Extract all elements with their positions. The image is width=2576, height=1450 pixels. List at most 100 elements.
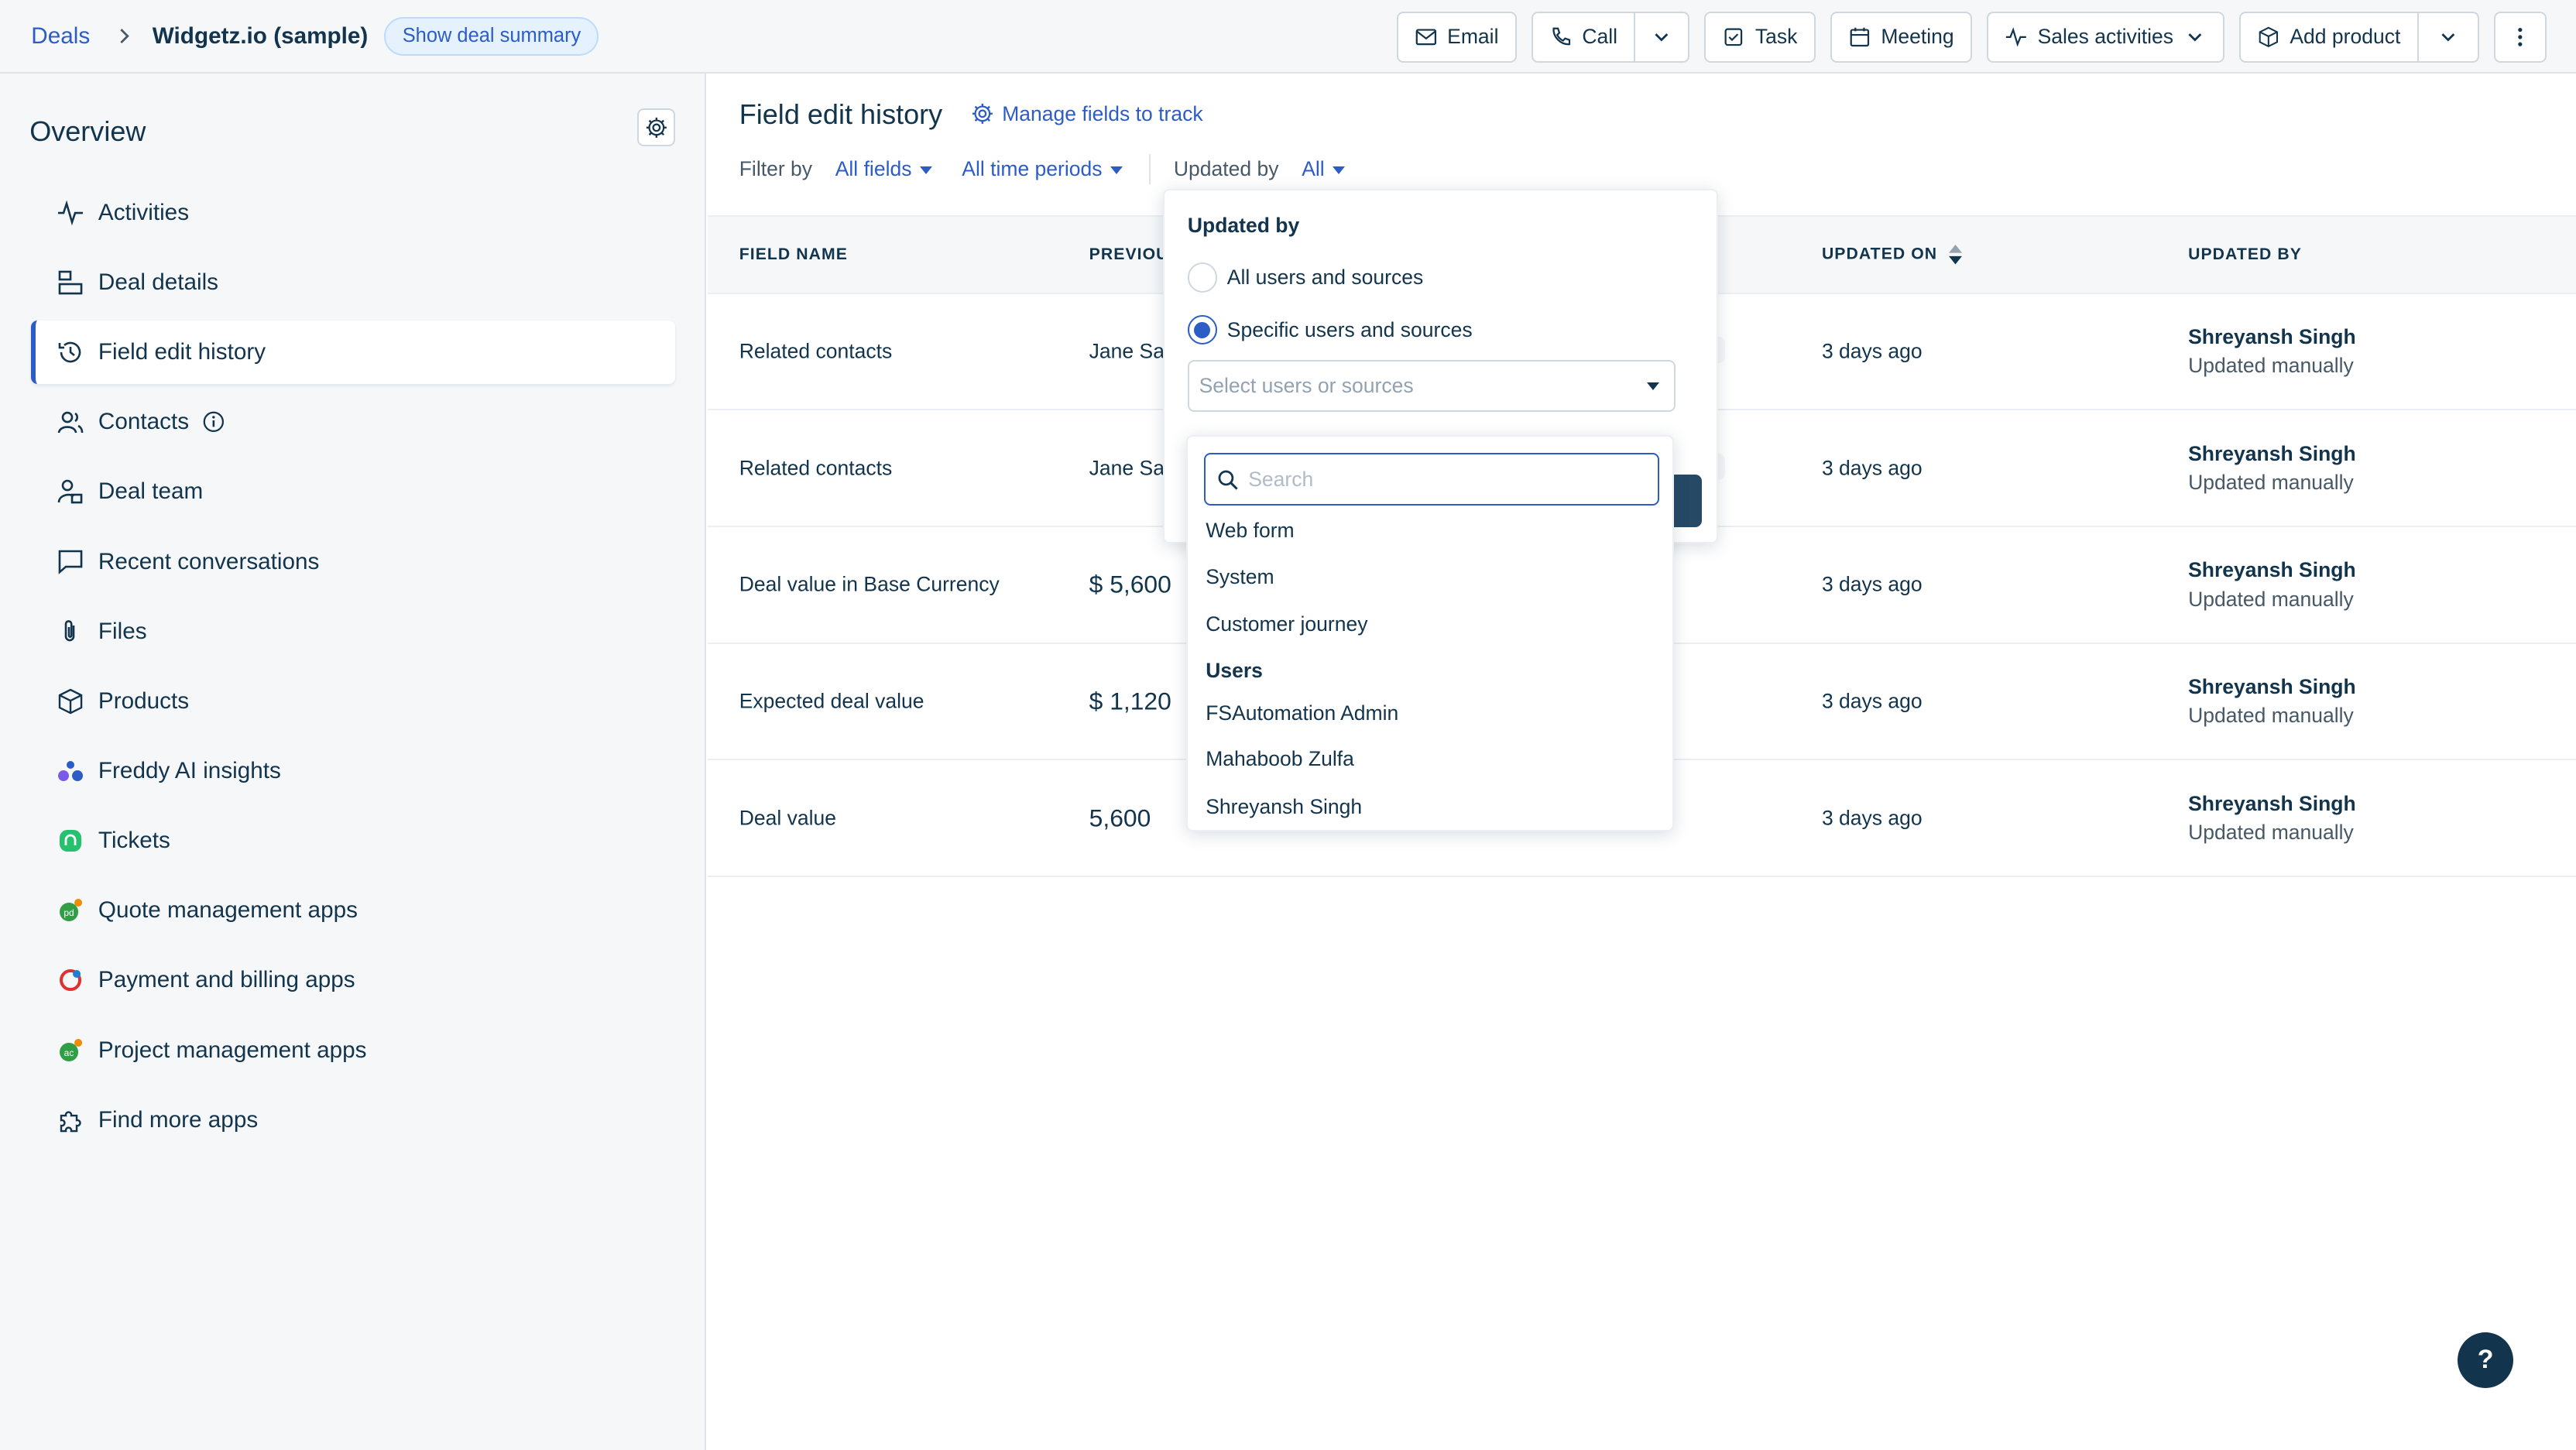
column-updated-by: UPDATED BY <box>2188 245 2302 263</box>
activity-icon <box>2006 27 2027 47</box>
chat-icon <box>56 547 85 576</box>
radio-all-users-label: All users and sources <box>1226 265 1424 289</box>
sidebar-title: Overview <box>29 115 146 147</box>
users-sources-dropdown: Web form System Customer journey Users F… <box>1185 435 1674 831</box>
time-period-filter-dropdown[interactable]: All time periods <box>962 157 1123 181</box>
sidebar-item-field-edit-history[interactable]: Field edit history <box>31 320 675 385</box>
sidebar-item-project-management-apps[interactable]: ac Project management apps <box>31 1018 675 1082</box>
sidebar-item-deal-team[interactable]: Deal team <box>31 460 675 524</box>
action-toolbar: Email Call Task Meeting Sales activities <box>1396 11 2576 63</box>
task-button[interactable]: Task <box>1704 11 1816 63</box>
sidebar-item-freddy-ai-insights[interactable]: Freddy AI insights <box>31 739 675 804</box>
sidebar-item-label: Contacts <box>98 409 190 435</box>
updated-on-cell: 3 days ago <box>1821 339 1923 363</box>
box-icon <box>56 687 85 716</box>
option-system[interactable]: System <box>1206 565 1274 589</box>
previous-value-cell: $ 1,120 <box>1089 687 1171 715</box>
box-icon <box>2259 26 2278 47</box>
sales-activities-button[interactable]: Sales activities <box>1986 11 2224 63</box>
manage-fields-label: Manage fields to track <box>1002 101 1203 125</box>
updated-on-cell: 3 days ago <box>1821 456 1923 480</box>
sidebar-item-recent-conversations[interactable]: Recent conversations <box>31 530 675 594</box>
radio-button[interactable] <box>1187 315 1218 345</box>
fields-filter-dropdown[interactable]: All fields <box>835 157 933 181</box>
column-updated-on[interactable]: UPDATED ON <box>1822 245 1962 265</box>
update-method: Updated manually <box>2188 587 2354 611</box>
search-input[interactable] <box>1248 467 1643 492</box>
sidebar-item-label: Recent conversations <box>98 548 320 574</box>
breadcrumb-deals-link[interactable]: Deals <box>31 23 90 50</box>
column-previous-value: PREVIOU <box>1089 245 1169 263</box>
more-options-button[interactable] <box>2493 11 2547 63</box>
previous-value-cell: 5,600 <box>1089 804 1151 832</box>
call-label: Call <box>1582 25 1618 49</box>
search-field[interactable] <box>1204 453 1659 506</box>
meeting-label: Meeting <box>1881 25 1954 49</box>
calendar-icon <box>1850 27 1870 46</box>
project-app-icon: ac <box>56 1036 85 1065</box>
sidebar-nav: Activities Deal details Field edit histo… <box>31 180 675 1157</box>
radio-specific-users[interactable]: Specific users and sources <box>1187 315 1473 345</box>
option-user-fsautomation-admin[interactable]: FSAutomation Admin <box>1206 701 1398 725</box>
sidebar-item-files[interactable]: Files <box>31 599 675 663</box>
chevron-down-icon <box>2188 33 2201 42</box>
help-button[interactable]: ? <box>2458 1332 2514 1388</box>
info-icon[interactable] <box>202 410 225 434</box>
sidebar-item-label: Deal details <box>98 269 219 295</box>
overview-sidebar: Overview Activities Deal details Field e… <box>0 74 707 1450</box>
quote-app-icon: pd <box>56 896 85 925</box>
updated-by-filter-dropdown[interactable]: All <box>1302 157 1346 181</box>
sales-activities-label: Sales activities <box>2037 25 2173 49</box>
sidebar-settings-button[interactable] <box>637 108 676 146</box>
meeting-button[interactable]: Meeting <box>1830 11 1972 63</box>
manage-fields-link[interactable]: Manage fields to track <box>971 102 1203 126</box>
field-name-cell: Expected deal value <box>739 689 924 713</box>
radio-all-users[interactable]: All users and sources <box>1187 262 1424 293</box>
users-group-heading: Users <box>1206 658 1263 682</box>
breadcrumb: Deals Widgetz.io (sample) Show deal summ… <box>31 16 599 56</box>
fields-filter-value: All fields <box>835 157 912 181</box>
task-icon <box>1724 28 1743 46</box>
popover-title: Updated by <box>1187 213 1300 237</box>
option-user-mahaboob-zulfa[interactable]: Mahaboob Zulfa <box>1206 747 1354 771</box>
phone-icon <box>1552 27 1571 46</box>
sidebar-item-label: Project management apps <box>98 1037 367 1063</box>
sidebar-item-contacts[interactable]: Contacts <box>31 390 675 454</box>
paperclip-icon <box>56 617 85 646</box>
option-user-shreyansh-singh[interactable]: Shreyansh Singh <box>1206 795 1362 819</box>
sidebar-item-payment-billing-apps[interactable]: Payment and billing apps <box>31 948 675 1013</box>
sidebar-item-label: Payment and billing apps <box>98 967 355 993</box>
sidebar-item-label: Activities <box>98 199 190 225</box>
show-deal-summary-button[interactable]: Show deal summary <box>384 16 599 56</box>
call-more-button[interactable] <box>1635 11 1690 63</box>
add-product-button[interactable]: Add product <box>2238 11 2419 63</box>
email-button[interactable]: Email <box>1396 11 1517 63</box>
users-sources-select[interactable]: Select users or sources <box>1187 359 1676 413</box>
contacts-icon <box>56 407 85 437</box>
sidebar-item-quote-management-apps[interactable]: pd Quote management apps <box>31 879 675 943</box>
sort-icon <box>1949 245 1962 265</box>
call-button[interactable]: Call <box>1531 11 1636 63</box>
gear-icon <box>972 104 993 125</box>
update-method: Updated manually <box>2188 470 2354 494</box>
radio-specific-users-label: Specific users and sources <box>1226 317 1473 341</box>
option-customer-journey[interactable]: Customer journey <box>1206 612 1367 636</box>
update-method: Updated manually <box>2188 820 2354 844</box>
radio-button[interactable] <box>1187 262 1218 293</box>
option-web-form[interactable]: Web form <box>1206 519 1294 543</box>
chevron-down-icon <box>1655 33 1669 42</box>
caret-down-icon <box>1333 166 1346 174</box>
chevron-right-icon <box>116 28 132 44</box>
sidebar-item-find-more-apps[interactable]: Find more apps <box>31 1088 675 1152</box>
sidebar-item-tickets[interactable]: Tickets <box>31 809 675 873</box>
svg-text:ac: ac <box>63 1047 74 1058</box>
sidebar-item-products[interactable]: Products <box>31 669 675 733</box>
caret-down-icon <box>1646 382 1659 390</box>
updated-by-name: Shreyansh Singh <box>2188 441 2356 465</box>
field-name-cell: Deal value in Base Currency <box>739 572 1000 596</box>
field-name-cell: Related contacts <box>739 456 893 480</box>
add-product-more-button[interactable] <box>2418 11 2479 63</box>
sidebar-item-activities[interactable]: Activities <box>31 180 675 245</box>
sidebar-item-deal-details[interactable]: Deal details <box>31 251 675 315</box>
field-name-cell: Related contacts <box>739 339 893 363</box>
